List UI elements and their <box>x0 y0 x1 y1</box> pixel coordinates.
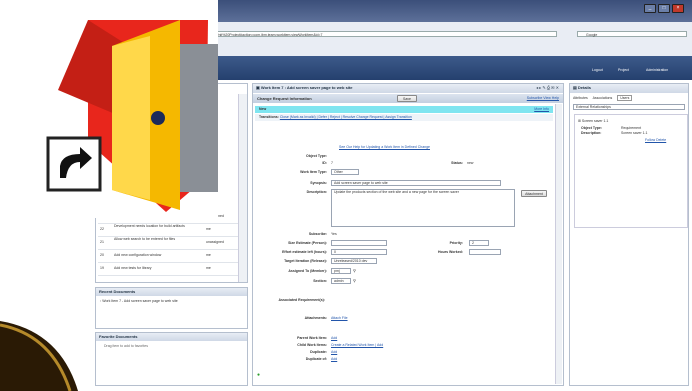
list-item[interactable]: 19 Add new tests for library me <box>98 262 238 276</box>
maximize-button[interactable]: □ <box>658 4 670 13</box>
status-ok-icon: ● <box>257 372 261 378</box>
status-value: new <box>467 161 474 165</box>
door-knob <box>151 111 165 125</box>
minimize-button[interactable]: _ <box>644 4 656 13</box>
synopsis-field[interactable]: Add screen saver page to web site <box>331 180 501 186</box>
shortcut-overlay-box <box>46 136 102 192</box>
work-item-panel: ▣ Work Item 7 : Add screen saver page to… <box>252 83 564 386</box>
effort-field[interactable]: 0 <box>331 249 387 255</box>
help-link[interactable]: See Our Help for Updating a Work Item in… <box>339 145 430 149</box>
close-button[interactable]: × <box>672 4 684 13</box>
browser-tool-row: Page Safety Tools <box>150 40 687 47</box>
desktop-corner-decoration <box>0 321 78 391</box>
transitions-bar: Transitions: Close (Mark as Invalid) | D… <box>255 114 553 121</box>
more-info-link[interactable]: More Info <box>534 107 549 111</box>
admin-link[interactable]: Administration <box>646 68 668 72</box>
panel-toolbar-icons[interactable]: ◂ ▸ ✎ ⎙ ✉ ✕ <box>536 85 559 90</box>
favorites-hint: Drag item to add to favorites <box>104 344 148 348</box>
tab-users[interactable]: Users <box>617 95 633 101</box>
search-input[interactable]: Google <box>577 31 687 37</box>
description-field[interactable]: Update the products section of the web s… <box>331 189 515 227</box>
assigned-to-select[interactable]: pmj <box>331 268 351 274</box>
details-tabs: Attributes Associations Users <box>573 95 633 101</box>
target-iteration-select[interactable]: Unreleased/2010 dev <box>331 258 377 264</box>
recent-document-item[interactable]: ▫ Work Item 7 - Add screen saver page to… <box>100 299 178 303</box>
parent-add-link[interactable]: Add <box>331 336 337 340</box>
tree-item[interactable]: ⊞ Screen saver 1.1 <box>578 119 608 123</box>
relationship-type-select[interactable]: External Relationships <box>573 104 685 110</box>
transition-links[interactable]: Close (Mark as Invalid) | Defer | Reject… <box>280 115 412 119</box>
priority-select[interactable]: 2 <box>469 240 489 246</box>
list-item[interactable]: 21 Allow web search to be entered for fi… <box>98 236 238 250</box>
logout-link[interactable]: Logout <box>592 68 603 72</box>
tab-associations[interactable]: Associations <box>593 96 613 100</box>
form-scrollbar[interactable] <box>555 104 562 384</box>
section-lookup-icon[interactable]: ⚲ <box>353 278 356 283</box>
duplicate-add-link[interactable]: Add <box>331 350 337 354</box>
children-links[interactable]: Create a Related Work Item | Add <box>331 343 383 347</box>
list-item[interactable]: 20 Add new configuration window me <box>98 249 238 263</box>
recent-documents-title: Recent Documents <box>96 288 247 296</box>
relationship-tree: ⊞ Screen saver 1.1 Object Type: Requirem… <box>574 114 688 228</box>
details-actions[interactable]: Follow Delete <box>645 138 666 142</box>
favorite-documents-panel: Favorite Documents Drag item to add to f… <box>95 332 248 386</box>
yellow-highlight <box>112 36 150 200</box>
gray-spine <box>176 44 218 192</box>
hours-worked-field[interactable] <box>469 249 501 255</box>
duplicate-of-add-link[interactable]: Add <box>331 357 337 361</box>
attach-file-link[interactable]: Attach File <box>331 316 348 320</box>
attachment-button[interactable]: Attachment <box>521 190 547 197</box>
id-value: 7 <box>331 161 333 165</box>
state-label: New <box>259 107 267 111</box>
details-panel: ▤ Details Attributes Associations Users … <box>569 83 689 386</box>
work-item-type-select[interactable]: Other <box>331 169 359 175</box>
section-select[interactable]: admin <box>331 278 351 284</box>
section-header: Change Request Information Save Subscrib… <box>253 94 563 103</box>
save-button[interactable]: Save <box>397 95 417 102</box>
folder-shortcut-icon[interactable] <box>0 0 230 230</box>
subscribe-link[interactable]: Subscribe View Help <box>527 96 559 100</box>
subscribe-value: Yes <box>331 232 337 236</box>
project-link[interactable]: Project <box>618 68 629 72</box>
details-title: ▤ Details <box>570 84 688 93</box>
favorite-documents-title: Favorite Documents <box>96 333 247 341</box>
recent-documents-panel: Recent Documents ▫ Work Item 7 - Add scr… <box>95 287 248 329</box>
state-bar: New More Info <box>255 106 553 113</box>
work-item-title: ▣ Work Item 7 : Add screen saver page to… <box>253 84 563 93</box>
user-lookup-icon[interactable]: ⚲ <box>353 268 356 273</box>
size-estimate-field[interactable] <box>331 240 387 246</box>
tab-attributes[interactable]: Attributes <box>573 96 588 100</box>
